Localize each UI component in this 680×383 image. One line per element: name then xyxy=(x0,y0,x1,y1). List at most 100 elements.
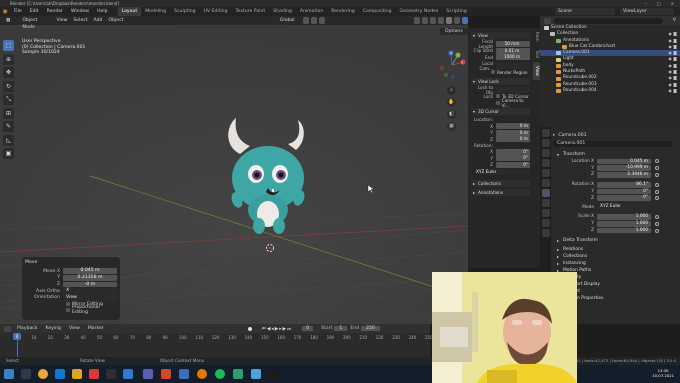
shading-rendered-icon[interactable] xyxy=(461,17,468,24)
windows-start-icon[interactable] xyxy=(4,369,14,379)
workspace-tab-geometry-nodes[interactable]: Geometry Nodes xyxy=(396,7,443,16)
app-icon-red[interactable] xyxy=(89,369,99,379)
timeline-menu-keying[interactable]: Keying xyxy=(42,324,65,333)
focal-length-input[interactable]: 50 mm xyxy=(496,41,530,48)
view-lock-section-header[interactable]: View Lock xyxy=(471,77,530,85)
app-icon-orange[interactable] xyxy=(161,369,171,379)
blender-taskbar-icon[interactable] xyxy=(197,369,207,379)
workspace-tab-rendering[interactable]: Rendering xyxy=(327,7,358,16)
menu-edit[interactable]: Edit xyxy=(26,7,43,16)
output-props-icon[interactable] xyxy=(541,149,550,157)
sidebar-tab-item[interactable]: Item xyxy=(533,28,540,46)
menu-file[interactable]: File xyxy=(10,7,26,16)
outliner-editor-icon[interactable] xyxy=(544,17,551,24)
playhead[interactable] xyxy=(16,340,18,357)
outliner-search-input[interactable] xyxy=(554,17,663,24)
app-icon-light-blue[interactable] xyxy=(251,369,261,379)
workspace-tab-animation[interactable]: Animation xyxy=(296,7,327,16)
navigation-gizmo[interactable]: X Y Z xyxy=(437,50,467,80)
workspace-tab-shading[interactable]: Shading xyxy=(269,7,296,16)
visibility-icon[interactable] xyxy=(413,17,420,24)
measure-tool-icon[interactable]: ◺ xyxy=(3,134,14,146)
collections-section-header[interactable]: Collections xyxy=(471,179,530,187)
constraint-props-icon[interactable] xyxy=(541,219,550,227)
scene-selector[interactable]: Scene xyxy=(555,8,615,15)
cursor-rot-x-input[interactable]: 0° xyxy=(496,148,530,155)
camera-data-props-icon[interactable] xyxy=(541,229,550,237)
keyframe-dot-icon[interactable] xyxy=(655,228,659,233)
timeline-menu-playback[interactable]: Playback xyxy=(13,324,42,333)
file-explorer-icon[interactable] xyxy=(72,369,82,379)
keyframe-dot-icon[interactable] xyxy=(655,172,659,177)
blender-logo-icon[interactable]: ◉ xyxy=(0,7,10,16)
object-name-input[interactable]: Camera.001 xyxy=(553,141,673,147)
app-icon-black[interactable] xyxy=(269,369,279,379)
clip-end-input[interactable]: 1000 m xyxy=(496,54,530,61)
playback-controls[interactable]: ⏮◀◂▶▸▶⏭ xyxy=(262,326,292,332)
scale-input[interactable]: 1.000 xyxy=(597,227,651,234)
timeline-ruler[interactable]: 0 10 20 30 40 50 60 70 80 90 100 110 120 130 140 150 160… xyxy=(0,333,433,341)
keyframe-dot-icon[interactable] xyxy=(655,221,659,226)
annotate-tool-icon[interactable]: ✎ xyxy=(3,121,14,132)
move-x-input[interactable]: 0.045 m xyxy=(63,268,117,274)
scale-tool-icon[interactable]: ⤡ xyxy=(3,94,14,105)
3d-cursor-section-header[interactable]: 3D Cursor xyxy=(471,108,530,115)
relations-section-header[interactable]: Relations xyxy=(553,246,677,253)
edge-icon[interactable] xyxy=(55,369,65,379)
clip-start-input[interactable]: 0.01 m xyxy=(496,47,530,54)
timeline-menu-marker[interactable]: Marker xyxy=(84,324,108,333)
rotation-input[interactable]: 86.1° xyxy=(597,181,651,188)
app-icon-purple[interactable] xyxy=(143,369,153,379)
keyframe-dot-icon[interactable] xyxy=(655,159,659,164)
monster-character[interactable] xyxy=(210,108,330,238)
viewport-menu-select[interactable]: Select xyxy=(70,16,90,25)
keyframe-dot-icon[interactable] xyxy=(655,189,659,194)
location-input[interactable]: 0.045 m xyxy=(597,158,651,165)
transform-tool-icon[interactable]: ⊞ xyxy=(3,107,14,119)
move-z-input[interactable]: -0 m xyxy=(63,281,117,288)
end-frame-input[interactable]: 250 xyxy=(361,326,380,331)
viewport-menu-view[interactable]: View xyxy=(53,16,70,25)
record-icon[interactable] xyxy=(247,326,252,331)
shading-solid-icon[interactable] xyxy=(445,17,452,24)
app-icon-blue-2[interactable] xyxy=(179,369,189,379)
view-section-header[interactable]: View xyxy=(471,32,530,39)
3d-cursor-icon[interactable] xyxy=(264,242,276,254)
timeline-editor-icon[interactable] xyxy=(4,325,11,332)
pan-hand-icon[interactable]: ✋ xyxy=(447,98,456,107)
mode-dropdown[interactable]: Object Mode xyxy=(18,17,52,30)
viewport-menu-object[interactable]: Object xyxy=(105,16,126,25)
rotation-input[interactable]: 0° xyxy=(597,195,651,202)
scale-input[interactable]: 1.000 xyxy=(597,220,651,227)
gizmo-toggle-icon[interactable] xyxy=(421,17,428,24)
taskbar-clock[interactable]: 13:30 10.07.2021 xyxy=(652,368,674,378)
cursor-tool-icon[interactable]: ⊕ xyxy=(3,53,14,65)
xray-toggle-icon[interactable] xyxy=(437,17,444,24)
cursor-rot-z-input[interactable]: 0° xyxy=(496,161,530,168)
rotate-tool-icon[interactable]: ↻ xyxy=(3,80,14,92)
modifier-props-icon[interactable] xyxy=(541,199,550,207)
keyframe-dot-icon[interactable] xyxy=(655,182,659,187)
cursor-loc-x-input[interactable]: 0 m xyxy=(496,123,530,130)
menu-help[interactable]: Help xyxy=(93,7,111,16)
cursor-rotation-mode-dropdown[interactable]: XYZ Euler xyxy=(474,169,530,176)
current-frame-input[interactable]: 0 xyxy=(302,326,314,331)
add-cube-tool-icon[interactable]: ▣ xyxy=(3,148,14,159)
workspace-tab-sculpting[interactable]: Sculpting xyxy=(170,7,199,16)
outliner-item[interactable]: Roundcube.004 ◉ ◙ xyxy=(540,88,680,94)
app-icon-green[interactable] xyxy=(233,369,243,379)
pivot-icon[interactable] xyxy=(302,17,309,24)
transform-section-header[interactable]: Transform xyxy=(553,151,677,158)
property-section-header[interactable]: Collections xyxy=(553,253,677,260)
search-icon[interactable] xyxy=(21,369,31,379)
start-frame-input[interactable]: 1 xyxy=(334,326,348,331)
cursor-loc-y-input[interactable]: 0 m xyxy=(496,129,530,136)
workspace-tab-compositing[interactable]: Compositing xyxy=(359,7,396,16)
timeline-menu-view[interactable]: View xyxy=(65,324,84,333)
move-tool-icon[interactable]: ✥ xyxy=(3,67,14,78)
object-props-icon[interactable] xyxy=(541,189,550,197)
options-dropdown[interactable]: Options xyxy=(440,28,468,35)
keyframe-dot-icon[interactable] xyxy=(655,196,659,201)
filter-icon[interactable]: ⚲ xyxy=(673,16,680,25)
tool-props-icon[interactable] xyxy=(541,129,550,137)
